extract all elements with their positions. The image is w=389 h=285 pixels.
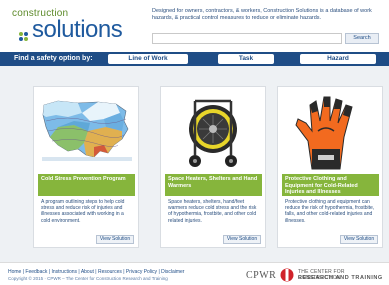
cpwr-org-line2: RESEARCH AND TRAINING (298, 275, 383, 281)
card-description: A program outlining steps to help cold s… (41, 199, 125, 224)
cpwr-mark-icon (280, 268, 294, 282)
space-heater-icon[interactable] (165, 91, 262, 173)
site-footer: Home | Feedback | Instructions | About |… (0, 262, 389, 285)
search-input[interactable] (152, 33, 342, 44)
card-title[interactable]: Cold Stress Prevention Program (38, 174, 135, 196)
site-tagline: Designed for owners, contractors, & work… (152, 8, 372, 21)
footer-links[interactable]: Home | Feedback | Instructions | About |… (8, 269, 184, 275)
footer-copyright: Copyright © 2015 · CPWR – The Center for… (8, 276, 168, 281)
view-solution-button[interactable]: View Solution (340, 235, 378, 244)
cpwr-wordmark: CPWR (246, 270, 277, 281)
us-weather-map-icon[interactable] (38, 91, 135, 173)
card-description: Protective clothing and equipment can re… (285, 199, 375, 224)
site-logo[interactable]: construction solutions (12, 8, 142, 48)
site-header: construction solutions Designed for owne… (0, 0, 389, 52)
card-description: Space heaters, shelters, hand/feet warme… (168, 199, 257, 224)
view-solution-button[interactable]: View Solution (223, 235, 261, 244)
search-button[interactable]: Search (345, 33, 379, 44)
nav-label: Find a safety option by: (14, 55, 93, 62)
solution-card[interactable]: Space Heaters, Shelters and Hand Warmers… (160, 86, 266, 248)
task-button[interactable]: Task (218, 54, 274, 64)
solution-card[interactable]: Protective Clothing and Equipment for Co… (277, 86, 383, 248)
solutions-grid: Cold Stress Prevention Program A program… (0, 66, 389, 262)
cpwr-logo[interactable]: CPWR THE CENTER FOR CONSTRUCTION RESEARC… (246, 267, 386, 283)
solution-card[interactable]: Cold Stress Prevention Program A program… (33, 86, 139, 248)
insulated-glove-icon[interactable] (282, 91, 379, 173)
logo-dots-icon (19, 32, 31, 44)
logo-solutions-text: solutions (32, 16, 123, 43)
line-of-work-button[interactable]: Line of Work (108, 54, 188, 64)
safety-option-nav: Find a safety option by: Line of Work Ta… (0, 52, 389, 66)
hazard-button[interactable]: Hazard (300, 54, 376, 64)
card-title[interactable]: Space Heaters, Shelters and Hand Warmers (165, 174, 262, 196)
card-title[interactable]: Protective Clothing and Equipment for Co… (282, 174, 379, 196)
view-solution-button[interactable]: View Solution (96, 235, 134, 244)
